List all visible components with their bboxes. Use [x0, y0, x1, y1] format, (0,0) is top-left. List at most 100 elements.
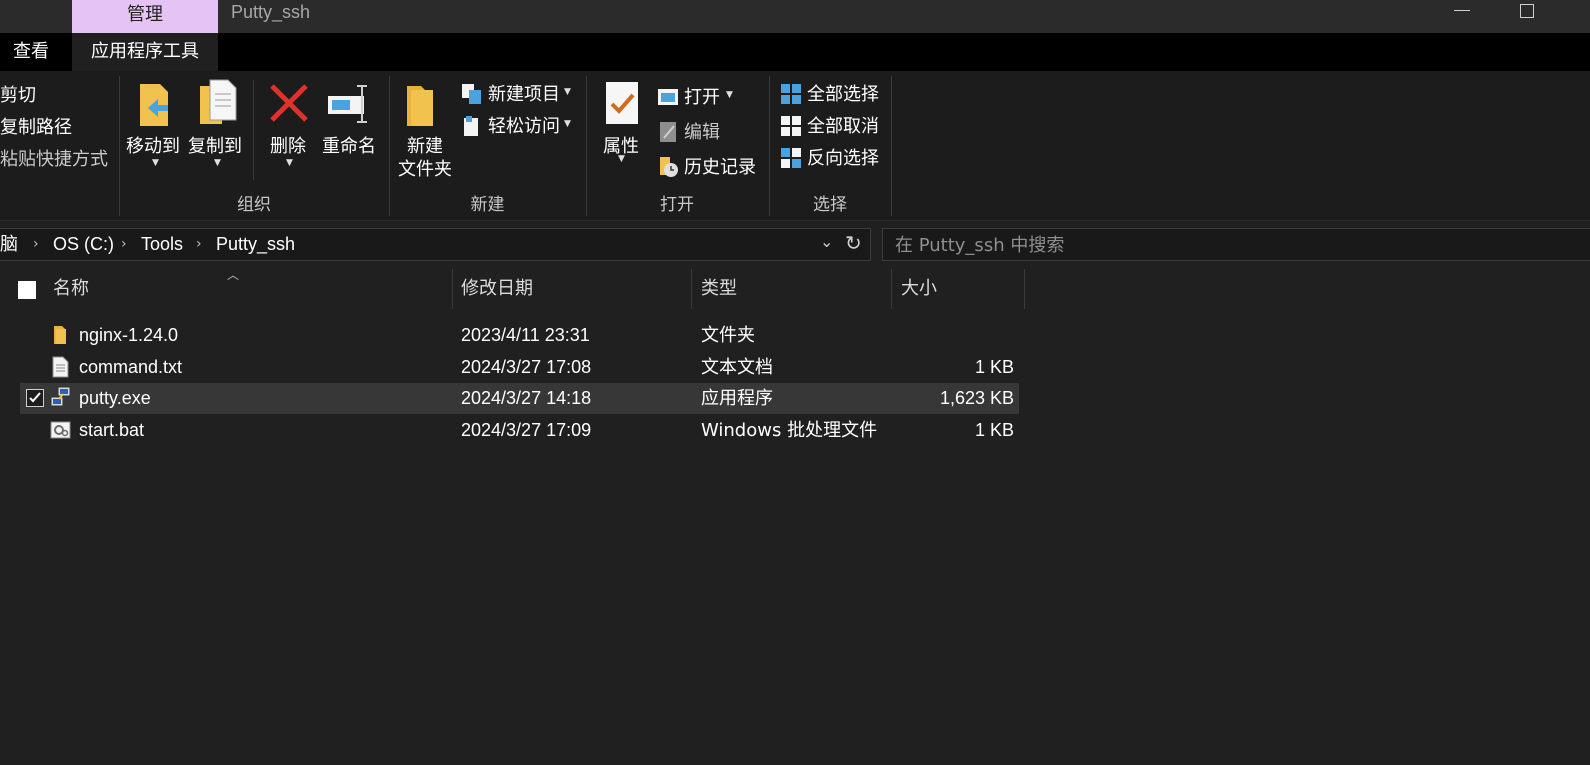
new-folder-label-line2: 文件夹 — [398, 159, 452, 180]
open-label: 打开 — [684, 87, 720, 108]
chevron-down-icon: ▼ — [564, 119, 571, 129]
address-history-chevron-icon[interactable]: ⌄ — [820, 232, 833, 251]
file-size: 1 KB — [974, 357, 1014, 377]
copy-to-icon — [200, 79, 237, 124]
file-name[interactable]: putty.exe — [79, 383, 151, 414]
file-name[interactable]: command.txt — [79, 352, 182, 383]
tab-app-tools[interactable]: 应用程序工具 — [72, 33, 218, 71]
properties-icon — [606, 82, 638, 124]
column-divider[interactable] — [452, 269, 453, 309]
ribbon-separator — [253, 80, 254, 180]
tab-view[interactable]: 查看 — [0, 33, 62, 71]
address-bar[interactable]: 脑 › OS (C:) › Tools › Putty_ssh ⌄ ↻ — [0, 228, 871, 261]
text-file-icon — [52, 356, 69, 378]
copy-to-button[interactable]: 复制到 ▼ — [188, 78, 248, 188]
invert-selection-icon — [781, 148, 801, 168]
history-icon — [660, 157, 678, 177]
history-button[interactable]: 历史记录 — [656, 153, 766, 179]
edit-label: 编辑 — [684, 122, 720, 143]
easy-access-button[interactable]: 轻松访问 ▼ — [460, 112, 580, 138]
group-label-organize: 组织 — [237, 195, 271, 215]
chevron-down-icon: ▼ — [726, 90, 733, 100]
select-all-checkbox[interactable] — [18, 281, 36, 299]
column-divider[interactable] — [1024, 269, 1025, 309]
putty-app-icon — [50, 386, 71, 407]
breadcrumb-separator-icon[interactable]: › — [33, 229, 39, 260]
cut-button[interactable]: 剪切 — [0, 81, 36, 107]
edit-icon — [660, 122, 676, 142]
row-checkbox[interactable] — [26, 389, 44, 407]
file-row[interactable]: command.txt 2024/3/27 17:08 文本文档 1 KB — [20, 352, 1019, 383]
new-item-icon — [462, 84, 481, 104]
invert-selection-label: 反向选择 — [807, 148, 879, 169]
delete-button[interactable]: 删除 ▼ — [266, 78, 316, 188]
window-title: Putty_ssh — [231, 2, 311, 22]
column-header-size[interactable]: 大小 — [901, 269, 937, 309]
edit-button[interactable]: 编辑 — [656, 118, 746, 144]
breadcrumb-separator-icon[interactable]: › — [196, 229, 202, 260]
group-label-new: 新建 — [470, 195, 505, 215]
rename-button[interactable]: 重命名 — [322, 78, 382, 178]
select-none-button[interactable]: 全部取消 — [779, 112, 885, 138]
group-label-open: 打开 — [660, 195, 694, 215]
select-all-button[interactable]: 全部选择 — [779, 80, 885, 106]
batch-file-icon — [50, 421, 71, 439]
file-modified: 2024/3/27 17:09 — [461, 420, 592, 440]
invert-selection-button[interactable]: 反向选择 — [779, 144, 885, 170]
move-to-icon — [140, 84, 168, 126]
properties-button[interactable]: 属性 ▼ — [600, 78, 648, 188]
move-to-button[interactable]: 移动到 ▼ — [126, 78, 186, 188]
select-none-label: 全部取消 — [807, 116, 879, 137]
chevron-down-icon: ▼ — [214, 158, 221, 168]
file-type: Windows 批处理文件 — [701, 420, 878, 441]
open-button[interactable]: 打开 ▼ — [656, 83, 746, 109]
chevron-down-icon: ▼ — [564, 87, 571, 97]
copy-to-label: 复制到 — [188, 136, 242, 157]
column-header-type[interactable]: 类型 — [701, 269, 737, 309]
breadcrumb-drive-c[interactable]: OS (C:) — [53, 229, 114, 260]
open-icon — [658, 89, 678, 105]
breadcrumb-tools[interactable]: Tools — [141, 229, 183, 260]
file-size: 1 KB — [974, 420, 1014, 440]
column-divider[interactable] — [891, 269, 892, 309]
file-modified: 2024/3/27 17:08 — [461, 357, 592, 377]
search-box[interactable] — [882, 228, 1590, 262]
sort-ascending-icon: ︿ — [227, 268, 240, 282]
breadcrumb-this-pc[interactable]: 脑 — [0, 229, 18, 260]
file-row[interactable]: nginx-1.24.0 2023/4/11 23:31 文件夹 — [20, 320, 1019, 351]
file-name[interactable]: nginx-1.24.0 — [79, 320, 178, 351]
maximize-button[interactable] — [1512, 0, 1546, 24]
file-modified: 2024/3/27 14:18 — [461, 388, 592, 408]
new-folder-icon — [407, 86, 433, 126]
ribbon-separator — [891, 76, 892, 216]
manage-context-tab[interactable]: 管理 — [72, 0, 218, 33]
select-none-icon — [781, 116, 801, 136]
file-type: 文本文档 — [701, 357, 773, 378]
maximize-icon — [1520, 4, 1534, 18]
file-modified: 2023/4/11 23:31 — [461, 325, 590, 345]
search-input[interactable] — [893, 229, 1577, 262]
paste-shortcut-button[interactable]: 粘贴快捷方式 — [0, 145, 108, 171]
file-row[interactable]: start.bat 2024/3/27 17:09 Windows 批处理文件 … — [20, 415, 1019, 446]
chevron-down-icon: ▼ — [152, 158, 159, 168]
column-header-modified[interactable]: 修改日期 — [461, 269, 533, 309]
folder-icon — [54, 326, 66, 344]
copy-path-button[interactable]: 复制路径 — [0, 113, 72, 139]
new-folder-button[interactable]: 新建 文件夹 — [397, 78, 455, 188]
file-row-selected[interactable]: putty.exe 2024/3/27 14:18 应用程序 1,623 KB — [20, 383, 1019, 414]
breadcrumb-separator-icon[interactable]: › — [121, 229, 127, 260]
file-name[interactable]: start.bat — [79, 415, 144, 446]
refresh-icon[interactable]: ↻ — [845, 231, 862, 255]
column-divider[interactable] — [691, 269, 692, 309]
easy-access-icon — [464, 116, 478, 136]
new-item-label: 新建项目 — [488, 84, 560, 105]
history-label: 历史记录 — [684, 157, 756, 178]
minimize-button[interactable] — [1446, 0, 1480, 24]
breadcrumb-putty-ssh[interactable]: Putty_ssh — [216, 229, 295, 260]
new-item-button[interactable]: 新建项目 ▼ — [460, 80, 580, 106]
rename-icon — [328, 85, 367, 123]
select-all-label: 全部选择 — [807, 84, 879, 105]
minimize-icon — [1454, 10, 1470, 11]
rename-label: 重命名 — [322, 136, 376, 157]
column-header-name[interactable]: 名称 — [53, 269, 89, 309]
